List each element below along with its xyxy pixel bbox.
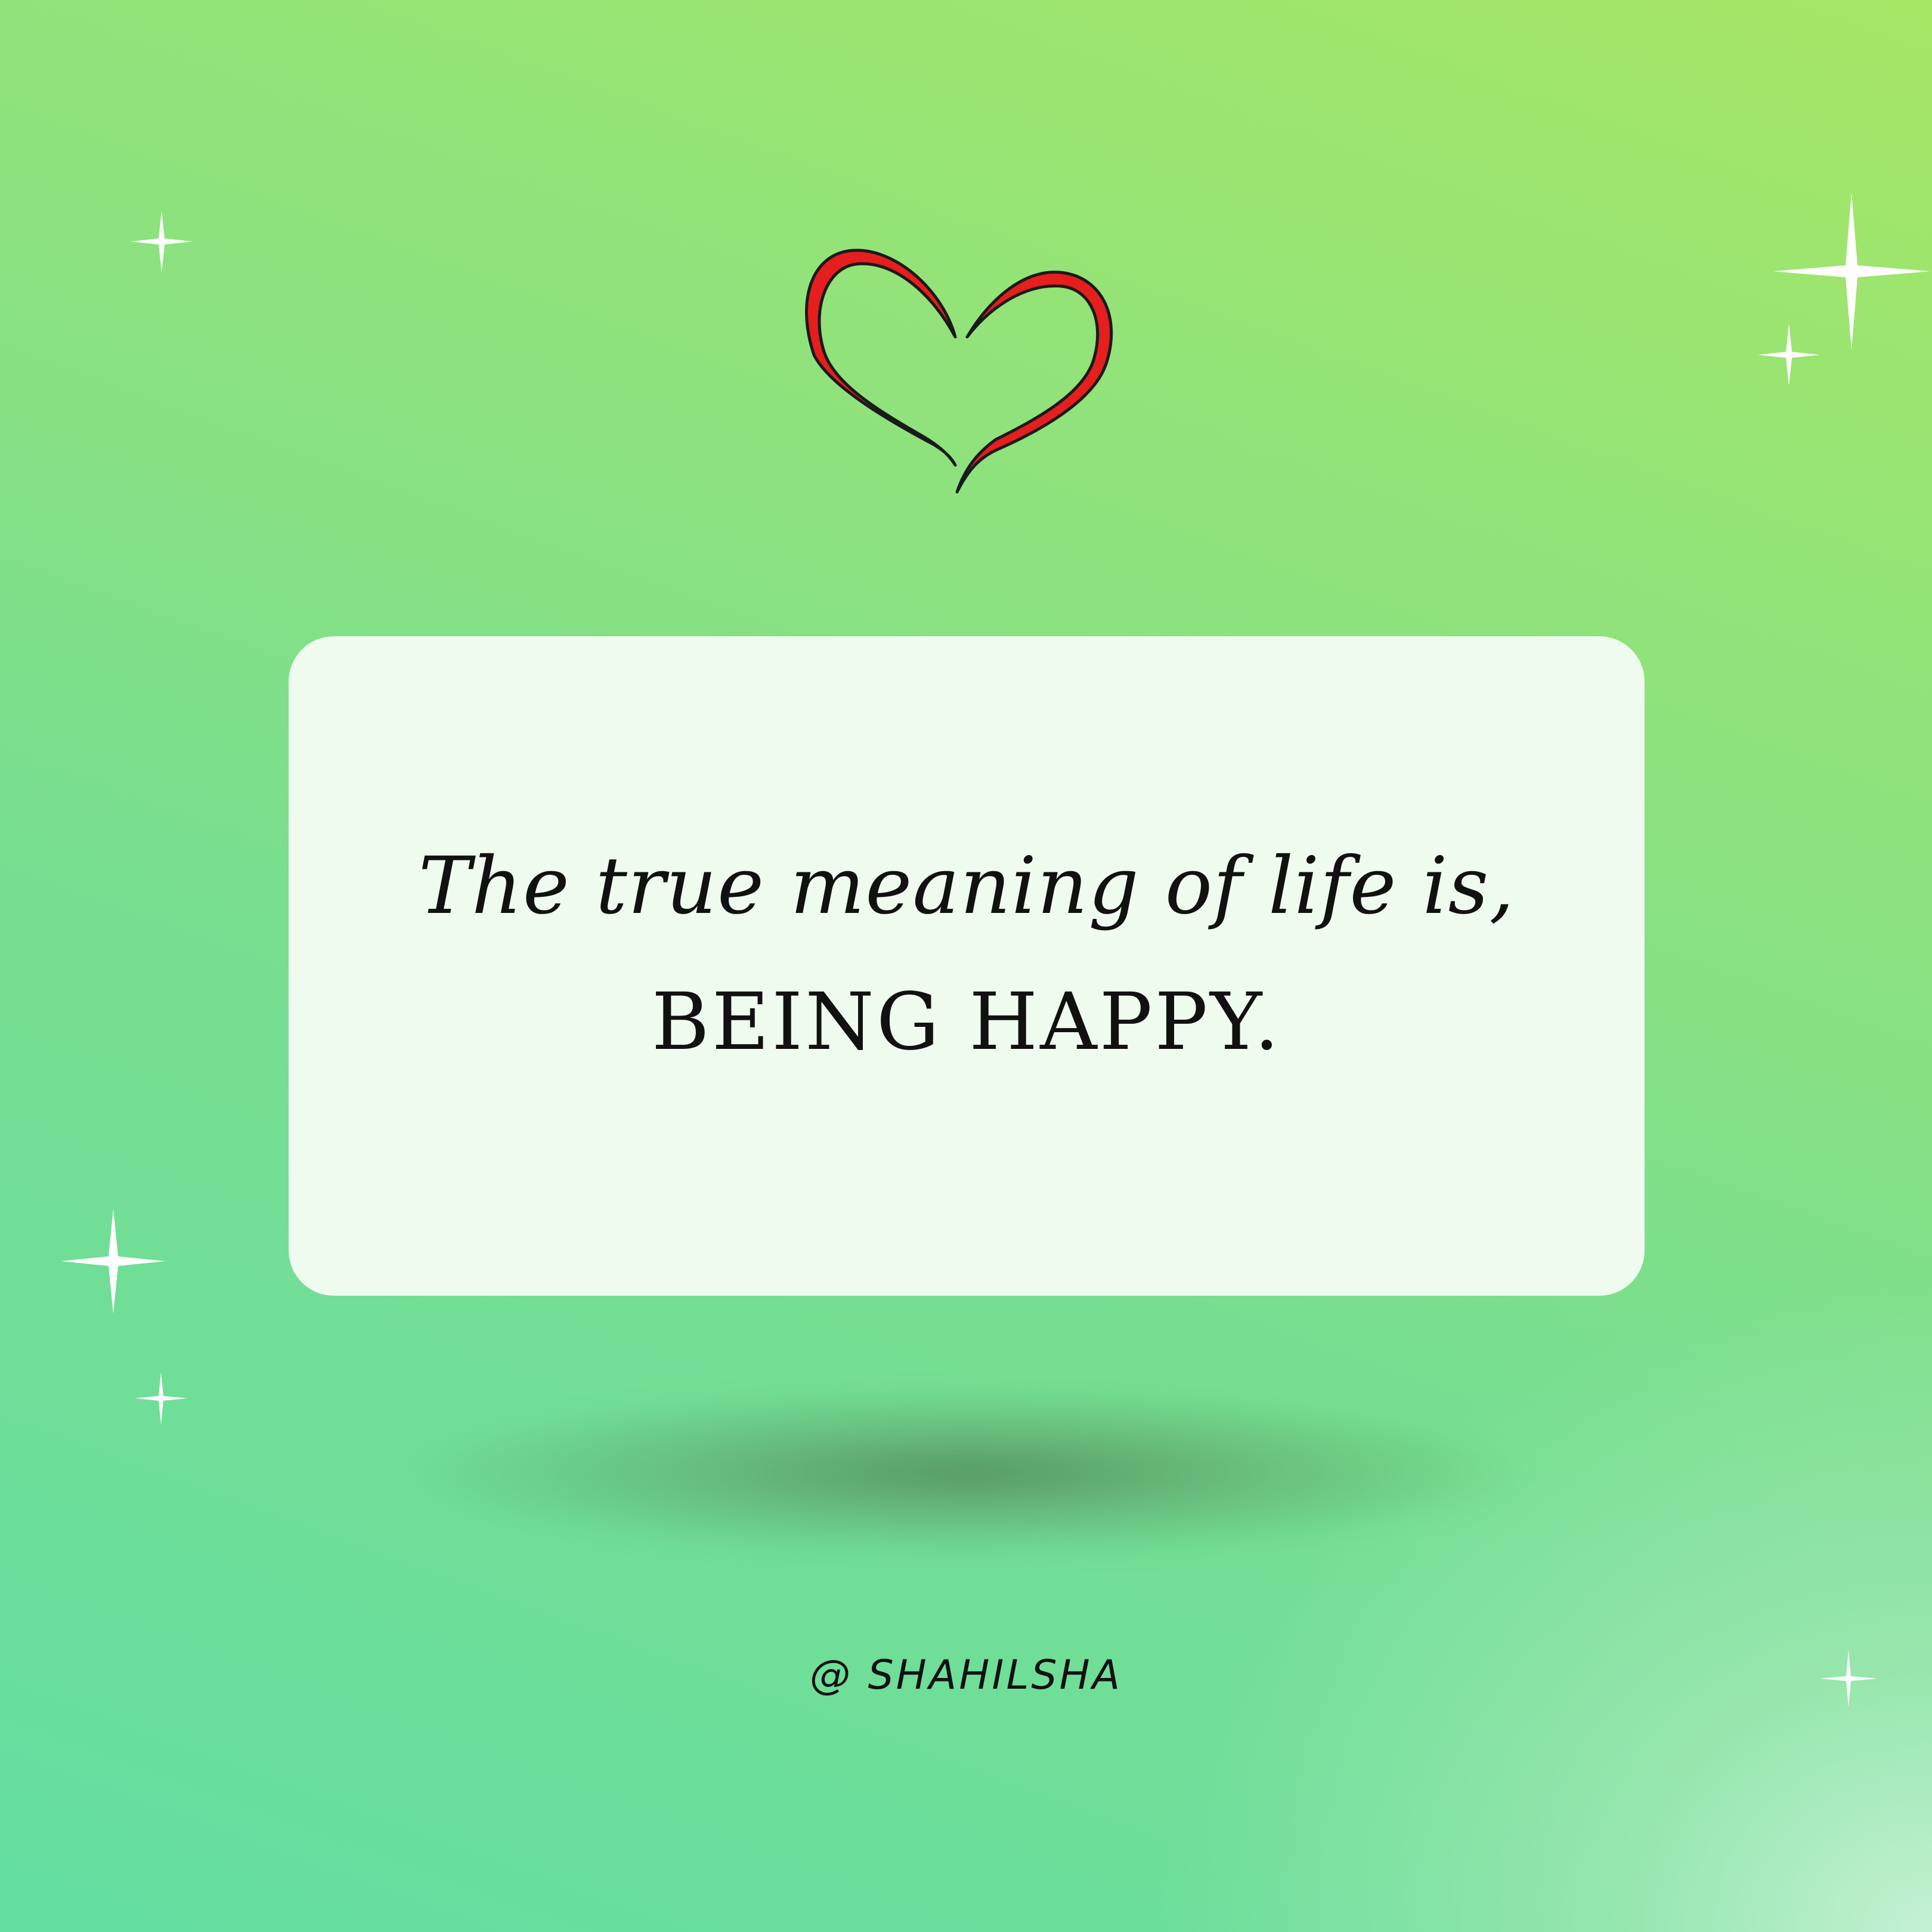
sparkle-icon [135, 1372, 187, 1425]
quote-text-line-2: BEING HAPPY. [651, 976, 1282, 1068]
sparkle-icon [1758, 324, 1820, 386]
heart-outline-icon [805, 249, 1113, 494]
quote-card: The true meaning of life is, BEING HAPPY… [289, 636, 1645, 1296]
card-shadow [417, 1389, 1521, 1556]
sparkle-icon [131, 210, 193, 273]
sparkle-icon [61, 1209, 166, 1314]
author-handle: @ SHAHILSHA [809, 1652, 1123, 1699]
quote-text-line-1: The true meaning of life is, [418, 840, 1515, 932]
